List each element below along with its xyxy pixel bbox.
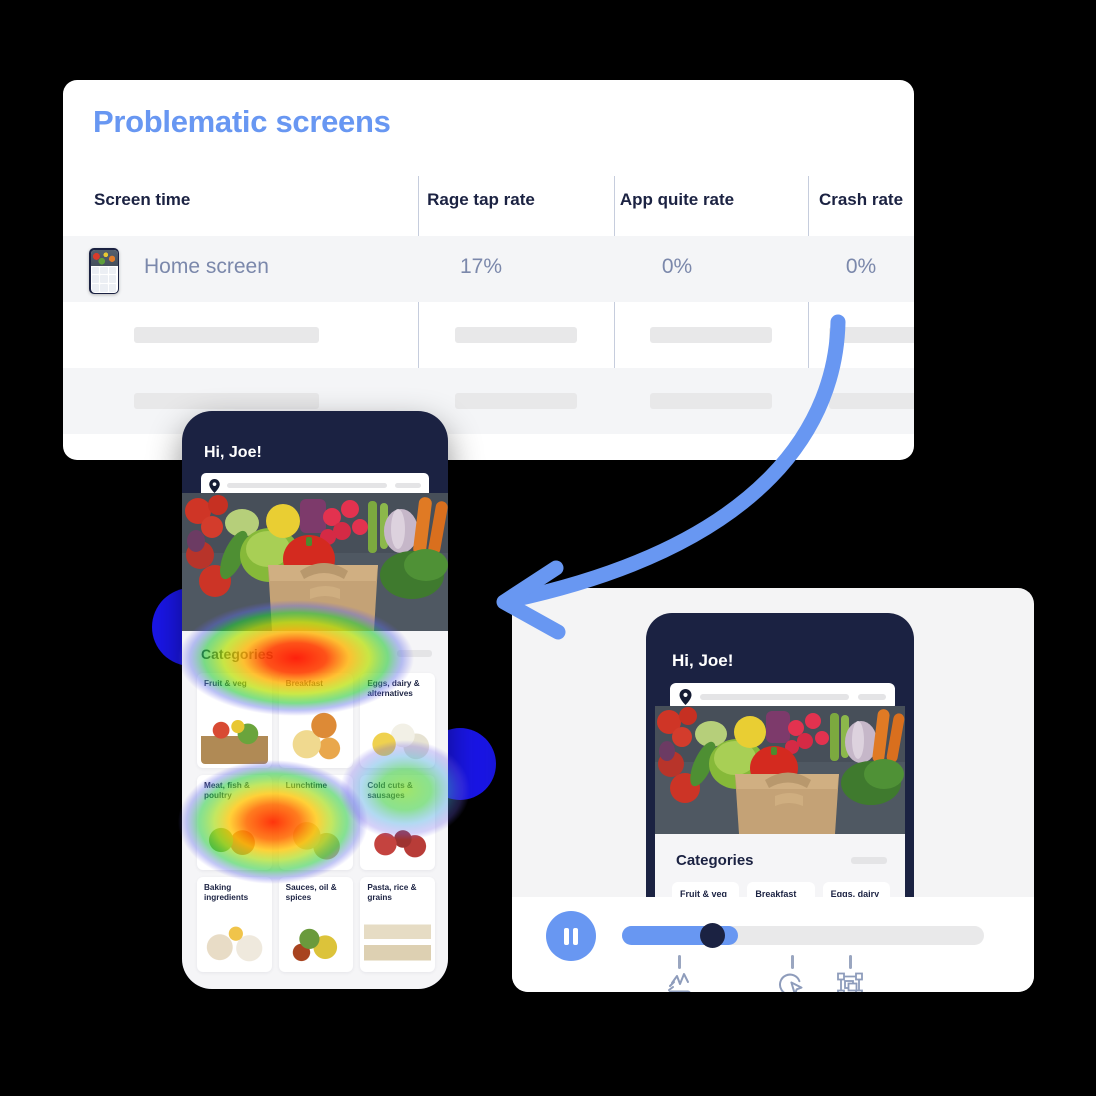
category-image <box>282 916 350 968</box>
category-image <box>201 712 268 764</box>
search-placeholder-bar <box>227 483 387 488</box>
screenshot-stage: Problematic screens Screen time Rage tap… <box>0 0 1096 1096</box>
hero-image-vegetables <box>182 493 448 631</box>
category-image <box>364 712 431 764</box>
category-card[interactable]: Fruit & veg <box>197 673 272 768</box>
category-card[interactable]: Lunchtime <box>278 775 354 870</box>
progress-thumb[interactable] <box>700 923 725 948</box>
cell-app-quite-rate: 0% <box>661 255 693 278</box>
category-label: Sauces, oil & spices <box>285 883 337 902</box>
phone-mockup-replay: Hi, Joe! Categories Fruit & veg Breakfas… <box>646 613 914 913</box>
column-header-rage-tap-rate[interactable]: Rage tap rate <box>381 190 581 210</box>
curved-arrow-icon <box>470 300 890 650</box>
search-action-bar <box>858 694 886 700</box>
event-marker-tick[interactable] <box>790 955 794 969</box>
category-card[interactable]: Pasta, rice & grains <box>360 877 435 972</box>
placeholder-bar <box>134 327 319 343</box>
search-action-bar <box>395 483 421 488</box>
phone-content-area: Categories Fruit & veg Breakfast Eggs, d… <box>182 631 448 989</box>
cell-crash-rate: 0% <box>845 255 877 278</box>
category-label: Lunchtime <box>285 781 328 790</box>
category-image <box>364 916 431 968</box>
category-label: Fruit & veg <box>204 679 247 688</box>
category-grid: Fruit & veg Breakfast Eggs, dairy & alte… <box>197 673 435 972</box>
category-image <box>282 712 350 764</box>
phone-mockup-heatmap: Hi, Joe! Categories Fruit & veg Breakfas… <box>182 411 448 989</box>
column-header-app-quite-rate[interactable]: App quite rate <box>579 190 775 210</box>
category-label: Cold cuts & sausages <box>367 781 413 800</box>
screen-thumbnail <box>89 248 119 294</box>
page-title: Problematic screens <box>93 104 391 139</box>
search-placeholder-bar <box>700 694 849 700</box>
category-image <box>201 814 268 866</box>
phone-header: Hi, Joe! <box>182 411 448 498</box>
categories-heading: Categories <box>676 852 754 869</box>
category-card[interactable]: Meat, fish & poultry <box>197 775 272 870</box>
category-card[interactable]: Sauces, oil & spices <box>278 877 354 972</box>
greeting-text: Hi, Joe! <box>672 651 734 670</box>
table-header-row: Screen time Rage tap rate App quite rate… <box>63 168 914 236</box>
hero-image-vegetables <box>655 706 905 834</box>
category-label: Pasta, rice & grains <box>367 883 417 902</box>
category-label: Meat, fish & poultry <box>204 781 250 800</box>
column-header-crash-rate[interactable]: Crash rate <box>766 190 914 210</box>
cell-rage-tap-rate: 17% <box>459 255 503 278</box>
category-card[interactable]: Baking ingredients <box>197 877 272 972</box>
map-pin-icon <box>679 689 692 705</box>
map-pin-icon <box>209 478 220 493</box>
see-all-placeholder <box>397 650 432 657</box>
see-all-placeholder <box>851 857 887 864</box>
event-marker-tick[interactable] <box>848 955 852 969</box>
dead-click-icon[interactable] <box>775 970 809 992</box>
player-control-bar <box>512 897 1034 992</box>
category-image <box>364 814 431 866</box>
progress-slider[interactable] <box>622 923 984 948</box>
categories-heading: Categories <box>201 646 274 662</box>
event-marker-tick[interactable] <box>678 955 682 969</box>
rage-tap-icon[interactable] <box>663 970 697 992</box>
pause-button[interactable] <box>546 911 596 961</box>
screen-change-icon[interactable] <box>833 970 867 992</box>
category-label: Baking ingredients <box>204 883 249 902</box>
category-card[interactable]: Breakfast <box>278 673 354 768</box>
table-row[interactable]: Home screen 17% 0% 0% <box>63 236 914 302</box>
category-label: Eggs, dairy & alternatives <box>367 679 420 698</box>
category-card[interactable]: Eggs, dairy & alternatives <box>360 673 435 768</box>
category-label: Breakfast <box>285 679 323 688</box>
category-card[interactable]: Cold cuts & sausages <box>360 775 435 870</box>
category-image <box>201 916 268 968</box>
greeting-text: Hi, Joe! <box>204 444 262 461</box>
pause-icon <box>573 927 578 945</box>
pause-icon <box>564 927 569 945</box>
cell-screen-name: Home screen <box>144 255 269 278</box>
category-image <box>282 814 350 866</box>
column-header-screen-time[interactable]: Screen time <box>94 190 190 210</box>
placeholder-bar <box>134 393 319 409</box>
